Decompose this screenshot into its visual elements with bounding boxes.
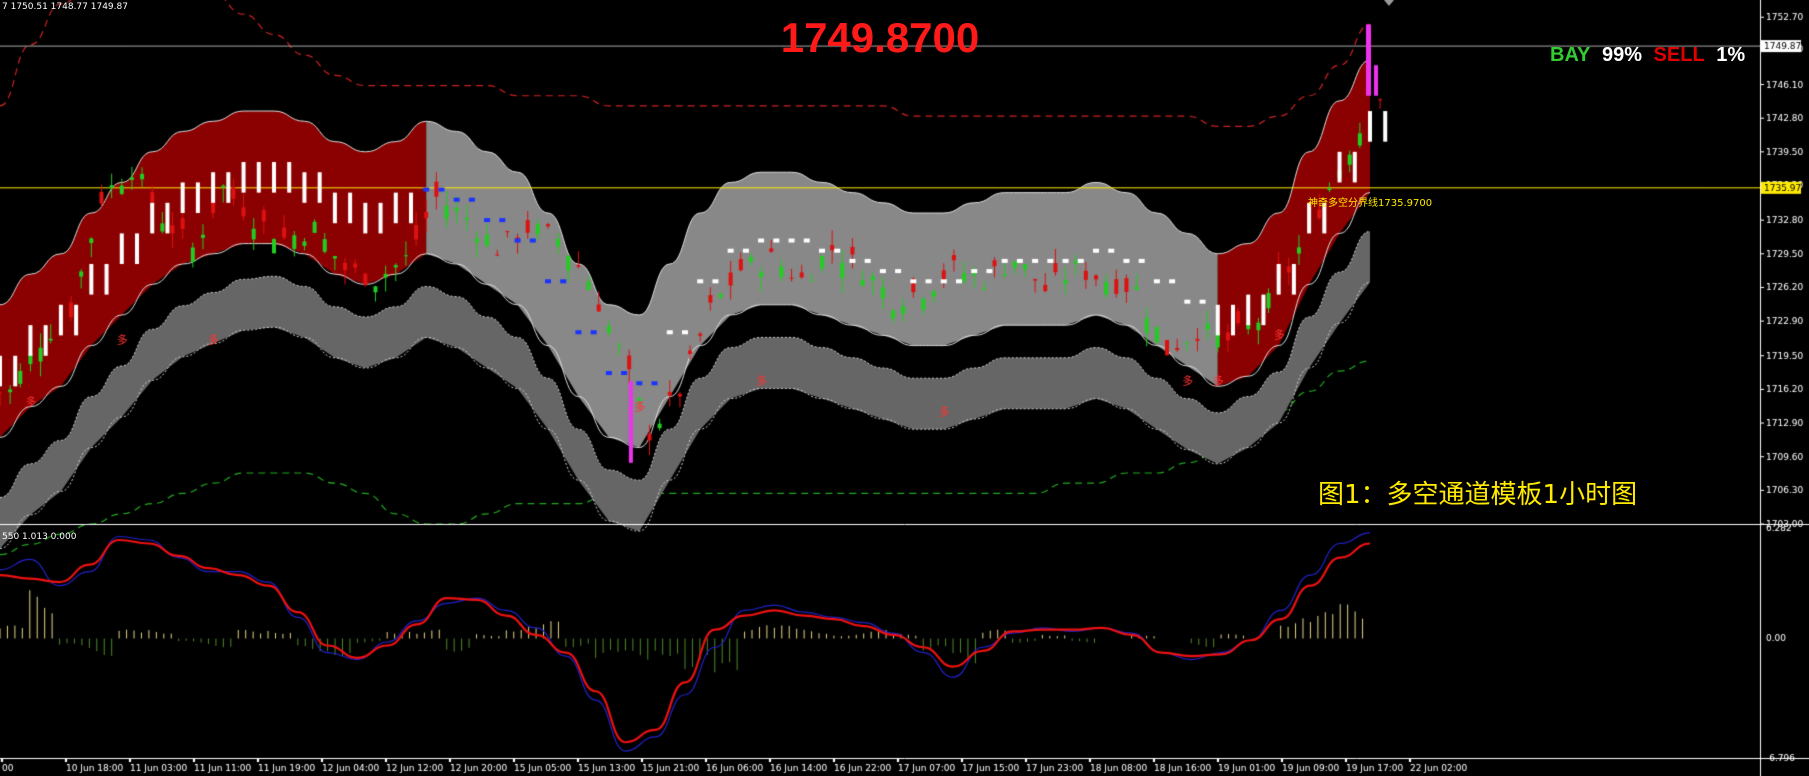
buy-label: BAY [1550, 44, 1591, 66]
sell-percent: 1% [1716, 44, 1746, 66]
chart-caption: 图1：多空通道模板1小时图 [1318, 480, 1638, 510]
sell-label: SELL [1653, 44, 1705, 66]
buy-percent: 99% [1601, 44, 1642, 66]
signal-panel: BAY 99% SELL 1% [1550, 44, 1751, 67]
indicator-info: 550 1.013 0.000 [2, 532, 77, 542]
boundary-line-label: 神奇多空分界线1735.9700 [1308, 198, 1433, 209]
chart-canvas [0, 0, 1809, 776]
ohlc-readout: 7 1750.51 1748.77 1749.87 [2, 2, 128, 12]
current-price-display: 1749.8700 [780, 14, 980, 61]
